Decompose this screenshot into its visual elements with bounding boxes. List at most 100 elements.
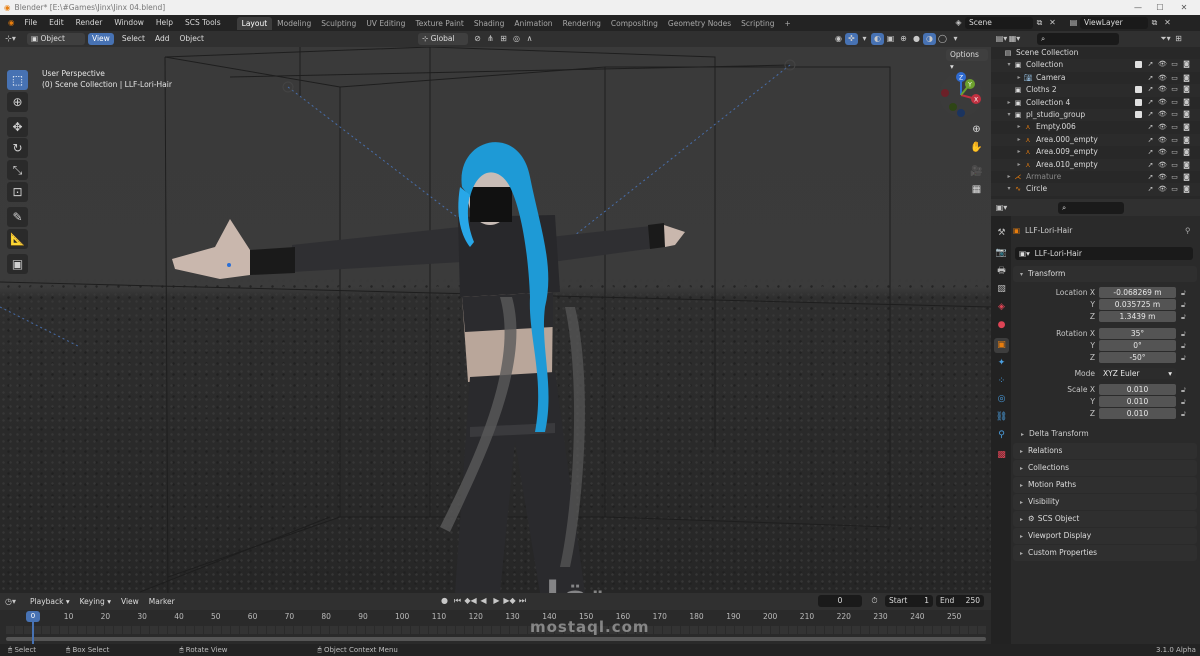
eye-icon[interactable]: 👁︎ (1158, 183, 1167, 195)
options-button[interactable]: Options ▾ (946, 49, 988, 71)
filter-icon[interactable]: ⏷▾ (1159, 33, 1172, 45)
chevron-right-icon[interactable]: ▸ (1015, 72, 1023, 84)
lock-icon[interactable]: 🔓︎ (1181, 407, 1186, 420)
outliner-row[interactable]: ▸ ⋏ Area.009_empty ➚ 👁︎ ▭ ◙ (991, 146, 1200, 158)
selectable-arrow-icon[interactable]: ➚ (1146, 134, 1155, 146)
blank-icon[interactable] (1134, 171, 1143, 183)
properties-search-input[interactable]: ⌕ (1058, 201, 1124, 214)
render-camera-icon[interactable]: ◙ (1182, 121, 1191, 133)
new-view-layer-icon[interactable]: ⧉ (1148, 17, 1161, 29)
lock-icon[interactable]: 🔓︎ (1181, 351, 1186, 364)
object-tab-icon[interactable]: ▣ (994, 338, 1009, 353)
chevron-right-icon[interactable]: ▸ (1015, 134, 1023, 146)
object-datablock-field[interactable]: ▣▾ LLF-Lori-Hair (1015, 247, 1193, 260)
outliner-row[interactable]: ▾ ▣ Collection ➚ 👁︎ ▭ ◙ (991, 58, 1200, 72)
material-tab-icon[interactable]: ▩ (994, 448, 1009, 463)
camera-view-icon[interactable]: 🎥 (968, 163, 985, 180)
properties-editor-type-icon[interactable]: ▣▾ (995, 202, 1008, 214)
play-reverse-icon[interactable]: ◀ (477, 595, 490, 607)
tab-texture-paint[interactable]: Texture Paint (410, 17, 468, 30)
transform-tool-icon[interactable]: ⊡ (7, 182, 28, 202)
particles-tab-icon[interactable]: ⁘ (994, 374, 1009, 389)
timeline-track[interactable] (6, 626, 986, 634)
collections-panel[interactable]: ▸ Collections (1013, 460, 1197, 476)
new-scene-icon[interactable]: ⧉ (1033, 17, 1046, 29)
overlay-icon[interactable]: ◐ (871, 33, 884, 45)
render-camera-icon[interactable]: ◙ (1182, 159, 1191, 171)
eye-icon[interactable]: 👁︎ (1158, 134, 1167, 146)
transform-panel-header[interactable]: ▾ Transform (1013, 266, 1197, 282)
close-icon[interactable]: ✕ (1173, 0, 1195, 15)
rotate-tool-icon[interactable]: ↻ (7, 138, 28, 158)
material-shading-icon[interactable]: ◑ (923, 33, 936, 45)
world-tab-icon[interactable]: ● (994, 318, 1009, 333)
tab-geometry-nodes[interactable]: Geometry Nodes (663, 17, 736, 30)
chevron-right-icon[interactable]: ▸ (1005, 171, 1013, 183)
blank-icon[interactable] (1134, 121, 1143, 133)
outliner-row[interactable]: ▸ ⋌ Armature ➚ 👁︎ ▭ ◙ (991, 171, 1200, 183)
move-tool-icon[interactable]: ✥ (7, 117, 28, 137)
viewport-display-panel[interactable]: ▸ Viewport Display (1013, 528, 1197, 544)
ortho-grid-icon[interactable]: ▦ (968, 181, 985, 198)
display-mode-icon[interactable]: ▦▾ (1008, 33, 1021, 45)
render-camera-icon[interactable]: ◙ (1182, 108, 1191, 122)
motion-paths-panel[interactable]: ▸ Motion Paths (1013, 477, 1197, 493)
tab-compositing[interactable]: Compositing (606, 17, 663, 30)
scale-z-field[interactable]: 0.010 (1099, 408, 1176, 419)
outliner-editor-type-icon[interactable]: ▤▾ (995, 33, 1008, 45)
snap-icon[interactable]: ⋔ (484, 33, 497, 45)
blank-icon[interactable] (1134, 183, 1143, 195)
render-tab-icon[interactable]: 📷 (994, 246, 1009, 261)
eye-icon[interactable]: 👁︎ (1158, 146, 1167, 158)
monitor-icon[interactable]: ▭ (1170, 146, 1179, 158)
tab-layout[interactable]: Layout (236, 17, 273, 30)
overlay-dropdown-icon[interactable]: ▾ (858, 33, 871, 45)
outliner-row[interactable]: ▸ ⋏ Area.010_empty ➚ 👁︎ ▭ ◙ (991, 158, 1200, 171)
pin-icon[interactable]: ⚲ (1185, 224, 1191, 237)
annotate-tool-icon[interactable]: ✎ (7, 207, 28, 227)
lock-icon[interactable]: 🔓︎ (1181, 310, 1186, 323)
chevron-right-icon[interactable]: ▸ (1015, 159, 1023, 171)
rotation-x-field[interactable]: 35° (1099, 328, 1176, 339)
render-camera-icon[interactable]: ◙ (1182, 183, 1191, 195)
scs-object-panel[interactable]: ▸ ⚙ SCS Object (1013, 511, 1197, 527)
timeline[interactable]: 10 20 30 40 50 60 70 80 90 100 110 120 130 140 150 160 1… (0, 610, 991, 644)
eye-icon[interactable]: 👁︎ (1158, 108, 1167, 122)
tab-uv-editing[interactable]: UV Editing (361, 17, 410, 30)
selectable-arrow-icon[interactable]: ➚ (1146, 183, 1155, 195)
minimize-icon[interactable]: — (1127, 0, 1149, 15)
modifiers-tab-icon[interactable]: ✦ (994, 356, 1009, 371)
menu-timeline-view[interactable]: View (116, 594, 144, 610)
view-layer-icon[interactable]: ▤ (1067, 17, 1080, 29)
tab-shading[interactable]: Shading (469, 17, 509, 30)
orientation-dropdown[interactable]: ⊹ Global (418, 33, 468, 45)
menu-render[interactable]: Render (70, 15, 109, 31)
eye-icon[interactable]: 👁︎ (1158, 58, 1167, 72)
tool-tab-icon[interactable]: ⚒ (994, 226, 1009, 241)
delete-view-layer-icon[interactable]: ✕ (1161, 17, 1174, 29)
menu-help[interactable]: Help (150, 15, 179, 31)
measure-tool-icon[interactable]: 📐 (7, 229, 28, 249)
scene-icon[interactable]: ◈ (952, 17, 965, 29)
gizmo-icon[interactable]: ✜ (845, 33, 858, 45)
rotation-y-field[interactable]: 0° (1099, 340, 1176, 351)
render-camera-icon[interactable]: ◙ (1182, 58, 1191, 72)
constraints-tab-icon[interactable]: ⛓ (994, 410, 1009, 425)
next-keyframe-icon[interactable]: ▶◆ (503, 595, 516, 607)
new-collection-icon[interactable]: ⊞ (1172, 33, 1185, 45)
selectable-arrow-icon[interactable]: ➚ (1146, 171, 1155, 183)
xray-icon[interactable]: ▣ (884, 33, 897, 45)
outliner-row[interactable]: ▾ ▣ pl_studio_group ➚ 👁︎ ▭ ◙ (991, 108, 1200, 122)
proportional-edit-icon[interactable]: ◎ (510, 33, 523, 45)
chevron-down-icon[interactable]: ▾ (1005, 183, 1013, 195)
blank-icon[interactable] (1134, 159, 1143, 171)
outliner-row[interactable]: ▾ ∿ Circle ➚ 👁︎ ▭ ◙ (991, 183, 1200, 196)
data-tab-icon[interactable]: ⚲ (994, 428, 1009, 443)
cursor-tool-icon[interactable]: ⊕ (7, 92, 28, 112)
tab-animation[interactable]: Animation (509, 17, 557, 30)
stopwatch-icon[interactable]: ⏱ (868, 595, 881, 607)
chevron-right-icon[interactable]: ▸ (1015, 146, 1023, 158)
render-camera-icon[interactable]: ◙ (1182, 134, 1191, 146)
scene-tab-icon[interactable]: ◈ (994, 300, 1009, 315)
tab-modeling[interactable]: Modeling (272, 17, 316, 30)
